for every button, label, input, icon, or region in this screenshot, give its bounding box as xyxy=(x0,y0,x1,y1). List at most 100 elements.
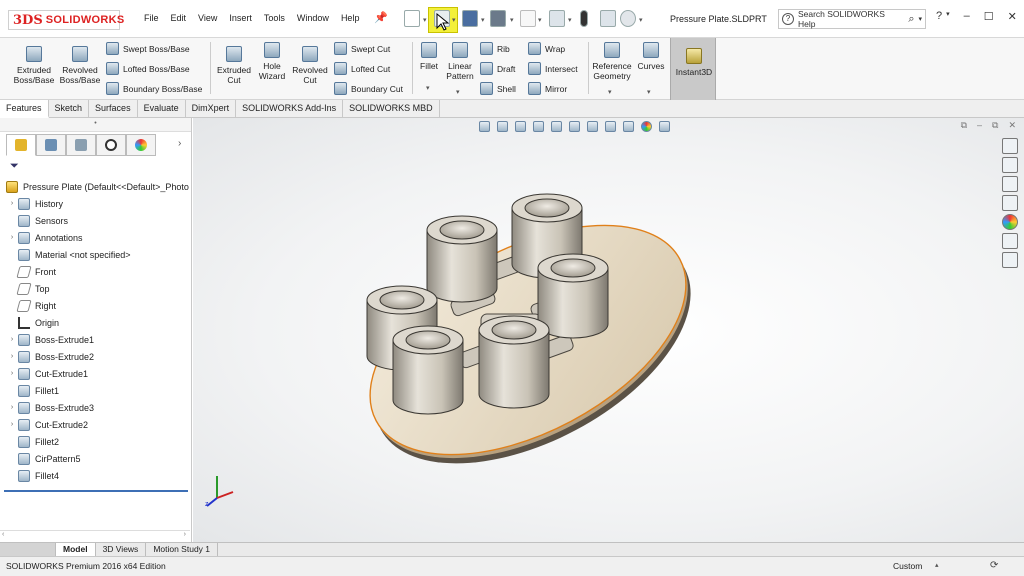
tree-item-material[interactable]: Material <not specified> xyxy=(0,246,190,263)
tree-root[interactable]: Pressure Plate (Default<<Default>_Photo xyxy=(0,178,190,195)
tab-display-manager[interactable] xyxy=(126,134,156,156)
help-search-box[interactable]: ? Search SOLIDWORKS Help ⌕ ▾ xyxy=(778,9,926,29)
tab-configuration-manager[interactable] xyxy=(66,134,96,156)
tree-item-top-plane[interactable]: Top xyxy=(0,280,190,297)
open-caret-icon[interactable]: ▾ xyxy=(452,16,456,24)
save-caret-icon[interactable]: ▾ xyxy=(481,16,485,24)
expand-icon[interactable]: › xyxy=(6,336,18,343)
tree-item-annotations[interactable]: › Annotations xyxy=(0,229,190,246)
search-icon[interactable]: ⌕ xyxy=(908,13,914,26)
shell-button[interactable]: Shell xyxy=(480,82,516,95)
rebuild-icon[interactable] xyxy=(580,10,588,27)
tab-model[interactable]: Model xyxy=(56,543,96,556)
expand-icon[interactable]: › xyxy=(6,421,18,428)
extruded-boss-button[interactable]: Extruded Boss/Base xyxy=(12,46,56,85)
boundary-cut-button[interactable]: Boundary Cut xyxy=(334,82,403,95)
pin-icon[interactable]: 📌 xyxy=(374,11,388,24)
tree-item-fillet1[interactable]: Fillet1 xyxy=(0,382,190,399)
tree-item-boss-extrude3[interactable]: › Boss-Extrude3 xyxy=(0,399,190,416)
rollback-bar[interactable] xyxy=(4,490,188,492)
part-model-graphic[interactable] xyxy=(193,118,1024,542)
tree-item-fillet4[interactable]: Fillet4 xyxy=(0,467,190,484)
help-caret-icon[interactable]: ▾ xyxy=(946,10,950,23)
tree-item-front-plane[interactable]: Front xyxy=(0,263,190,280)
expand-icon[interactable]: › xyxy=(6,200,18,207)
lofted-cut-button[interactable]: Lofted Cut xyxy=(334,62,390,75)
maximize-icon[interactable]: ☐ xyxy=(984,10,994,23)
lofted-boss-button[interactable]: Lofted Boss/Base xyxy=(106,62,190,75)
print-icon[interactable] xyxy=(490,10,506,27)
help-question-button-icon[interactable]: ? xyxy=(936,10,942,23)
linear-pattern-button[interactable]: Linear Pattern xyxy=(442,42,478,81)
filter-icon[interactable]: ⏷ xyxy=(10,160,19,173)
menu-help[interactable]: Help xyxy=(335,13,366,23)
menu-insert[interactable]: Insert xyxy=(223,13,258,23)
appearances-icon[interactable] xyxy=(1002,214,1018,230)
tab-3d-views[interactable]: 3D Views xyxy=(96,543,147,556)
linear-pattern-caret-icon[interactable]: ▾ xyxy=(456,88,460,96)
revolved-cut-button[interactable]: Revolved Cut xyxy=(290,46,330,85)
swept-cut-button[interactable]: Swept Cut xyxy=(334,42,390,55)
close-icon[interactable]: ✕ xyxy=(1008,10,1017,23)
select-caret-icon[interactable]: ▾ xyxy=(568,16,572,24)
save-icon[interactable] xyxy=(462,10,478,27)
options-icon[interactable] xyxy=(620,10,636,27)
tab-scroll-arrows[interactable] xyxy=(0,543,56,556)
tree-item-cut-extrude2[interactable]: › Cut-Extrude2 xyxy=(0,416,190,433)
unit-system-select[interactable]: Custom xyxy=(893,561,922,571)
menu-edit[interactable]: Edit xyxy=(165,13,193,23)
instant3d-button[interactable]: Instant3D xyxy=(670,38,716,100)
fillet-caret-icon[interactable]: ▾ xyxy=(426,84,430,92)
rib-button[interactable]: Rib xyxy=(480,42,510,55)
graphics-area[interactable]: ⧉ – ⧉ ✕ z xyxy=(193,118,1024,542)
minimize-icon[interactable]: – xyxy=(964,10,970,23)
fillet-button[interactable]: Fillet xyxy=(416,42,442,71)
design-library-icon[interactable] xyxy=(1002,157,1018,173)
curves-button[interactable]: Curves xyxy=(636,42,666,71)
custom-properties-icon[interactable] xyxy=(1002,233,1018,249)
tab-dimxpert[interactable]: DimXpert xyxy=(186,100,237,118)
tab-mbd[interactable]: SOLIDWORKS MBD xyxy=(343,100,440,118)
expand-icon[interactable]: › xyxy=(6,353,18,360)
file-explorer-icon[interactable] xyxy=(1002,176,1018,192)
options-caret-icon[interactable]: ▾ xyxy=(639,16,643,24)
draft-button[interactable]: Draft xyxy=(480,62,515,75)
menu-file[interactable]: File xyxy=(138,13,165,23)
tree-item-history[interactable]: › History xyxy=(0,195,190,212)
tab-surfaces[interactable]: Surfaces xyxy=(89,100,138,118)
reference-geometry-button[interactable]: Reference Geometry xyxy=(590,42,634,81)
tab-evaluate[interactable]: Evaluate xyxy=(138,100,186,118)
wrap-button[interactable]: Wrap xyxy=(528,42,565,55)
units-caret-icon[interactable]: ▴ xyxy=(935,561,939,569)
tab-feature-manager[interactable] xyxy=(6,134,36,156)
panel-grip[interactable]: • xyxy=(0,118,191,132)
tree-item-cirpattern5[interactable]: CirPattern5 xyxy=(0,450,190,467)
view-palette-icon[interactable] xyxy=(1002,195,1018,211)
tab-motion-study[interactable]: Motion Study 1 xyxy=(146,543,219,556)
search-caret-icon[interactable]: ▾ xyxy=(918,15,925,23)
tree-item-right-plane[interactable]: Right xyxy=(0,297,190,314)
tree-item-cut-extrude1[interactable]: › Cut-Extrude1 xyxy=(0,365,190,382)
tab-property-manager[interactable] xyxy=(36,134,66,156)
help-search-input[interactable]: Search SOLIDWORKS Help xyxy=(798,9,904,29)
tree-item-sensors[interactable]: Sensors xyxy=(0,212,190,229)
undo-caret-icon[interactable]: ▾ xyxy=(538,16,542,24)
new-caret-icon[interactable]: ▾ xyxy=(423,16,427,24)
tab-sketch[interactable]: Sketch xyxy=(49,100,90,118)
curves-caret-icon[interactable]: ▾ xyxy=(647,88,651,96)
rebuild-status-icon[interactable]: ⟳ xyxy=(990,560,998,571)
revolved-boss-button[interactable]: Revolved Boss/Base xyxy=(58,46,102,85)
new-document-icon[interactable] xyxy=(404,10,420,27)
print-caret-icon[interactable]: ▾ xyxy=(510,16,514,24)
tree-item-boss-extrude1[interactable]: › Boss-Extrude1 xyxy=(0,331,190,348)
extruded-cut-button[interactable]: Extruded Cut xyxy=(214,46,254,85)
tree-item-origin[interactable]: Origin xyxy=(0,314,190,331)
file-properties-icon[interactable] xyxy=(600,10,616,27)
menu-tools[interactable]: Tools xyxy=(258,13,291,23)
hole-wizard-button[interactable]: Hole Wizard xyxy=(254,42,290,81)
forum-icon[interactable] xyxy=(1002,252,1018,268)
horizontal-scrollbar[interactable]: ‹ › xyxy=(0,530,190,540)
expand-icon[interactable]: › xyxy=(6,370,18,377)
tree-item-fillet2[interactable]: Fillet2 xyxy=(0,433,190,450)
tab-dimxpert-manager[interactable] xyxy=(96,134,126,156)
